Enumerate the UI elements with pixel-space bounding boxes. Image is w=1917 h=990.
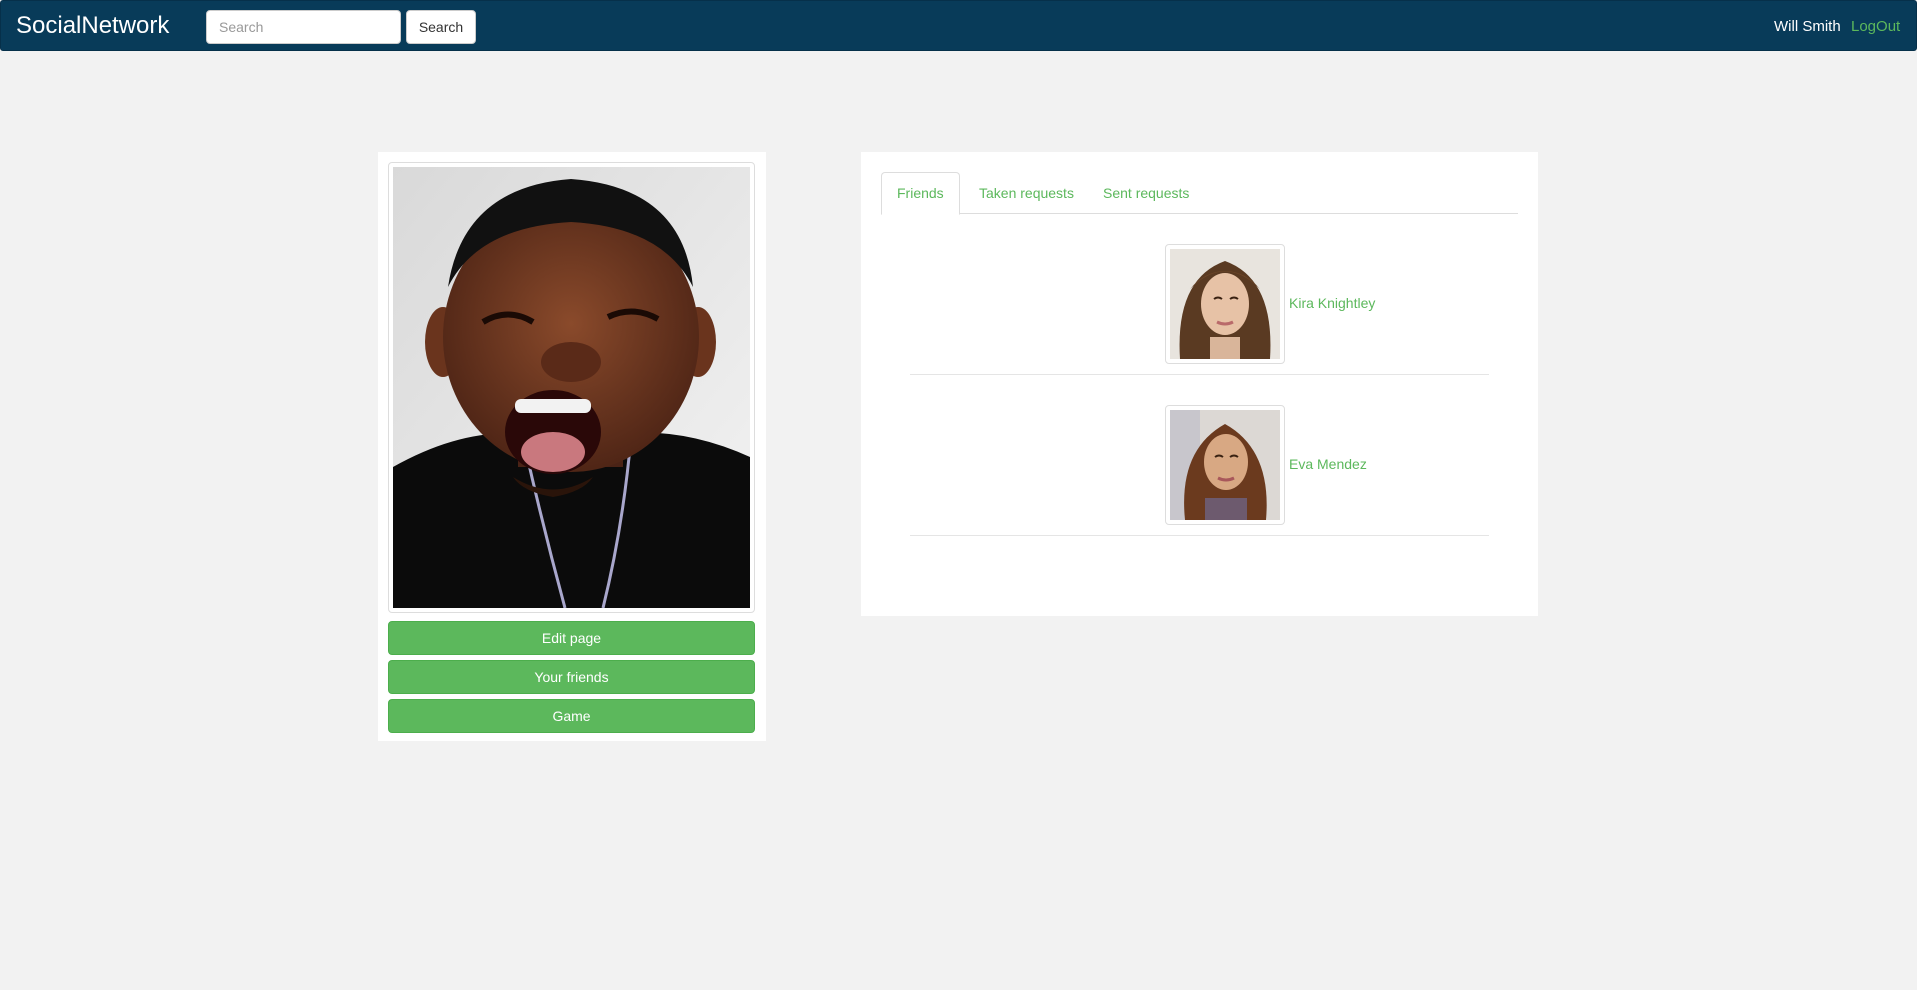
- friend-list-item: Kira Knightley: [910, 214, 1489, 375]
- profile-panel: Edit page Your friends Game: [378, 152, 766, 741]
- friend-avatar[interactable]: [1165, 405, 1285, 525]
- friend-avatar[interactable]: [1165, 244, 1285, 364]
- game-button[interactable]: Game: [388, 699, 755, 733]
- logout-link[interactable]: LogOut: [1851, 18, 1900, 35]
- friends-tabs: Friends Taken requests Sent requests: [881, 172, 1518, 215]
- current-user-name: Will Smith: [1774, 18, 1841, 35]
- friend-name-link[interactable]: Kira Knightley: [1289, 295, 1375, 311]
- friend-name-link[interactable]: Eva Mendez: [1289, 456, 1367, 472]
- profile-photo: [388, 162, 755, 613]
- friends-panel: Friends Taken requests Sent requests Kir…: [861, 152, 1538, 616]
- edit-page-button[interactable]: Edit page: [388, 621, 755, 655]
- search-button[interactable]: Search: [406, 10, 476, 44]
- friend-avatar-image: [1170, 410, 1280, 520]
- search-input[interactable]: [206, 10, 401, 44]
- brand-logo[interactable]: SocialNetwork: [16, 12, 169, 40]
- tab-friends[interactable]: Friends: [881, 172, 960, 215]
- friend-list-item: Eva Mendez: [910, 375, 1489, 536]
- tab-taken-requests[interactable]: Taken requests: [963, 172, 1090, 214]
- profile-photo-image: [393, 167, 750, 608]
- tab-sent-requests[interactable]: Sent requests: [1087, 172, 1205, 214]
- your-friends-button[interactable]: Your friends: [388, 660, 755, 694]
- friend-avatar-image: [1170, 249, 1280, 359]
- top-navbar: SocialNetwork Search Will Smith LogOut: [0, 0, 1917, 51]
